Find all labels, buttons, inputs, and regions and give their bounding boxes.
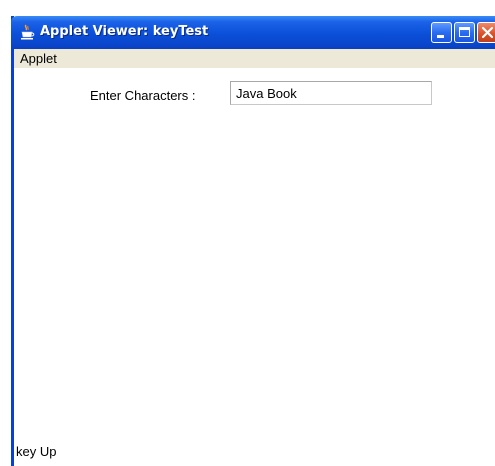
minimize-button[interactable]: [431, 22, 452, 43]
minimize-icon: [437, 35, 444, 38]
window-title: Applet Viewer: keyTest: [40, 24, 209, 39]
title-bar[interactable]: Applet Viewer: keyTest: [11, 16, 495, 49]
menu-bar: Applet: [14, 49, 495, 68]
close-button[interactable]: [477, 22, 495, 43]
java-cup-icon: [19, 24, 35, 41]
menu-applet[interactable]: Applet: [20, 51, 57, 66]
enter-characters-label: Enter Characters :: [90, 88, 196, 103]
applet-viewer-window: Applet Viewer: keyTest Applet Enter Char…: [11, 16, 495, 466]
status-text: key Up: [16, 444, 57, 459]
characters-input[interactable]: [230, 81, 432, 105]
maximize-button[interactable]: [454, 22, 475, 43]
maximize-icon: [459, 27, 470, 37]
